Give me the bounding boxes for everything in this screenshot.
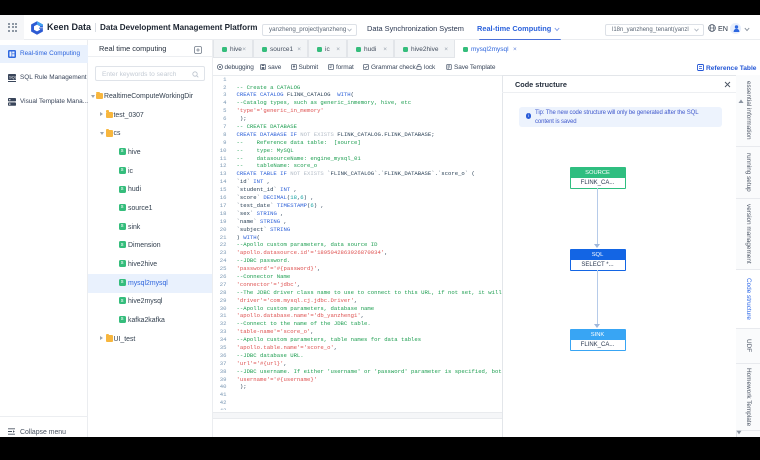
svg-text:SQL: SQL [9, 74, 16, 79]
